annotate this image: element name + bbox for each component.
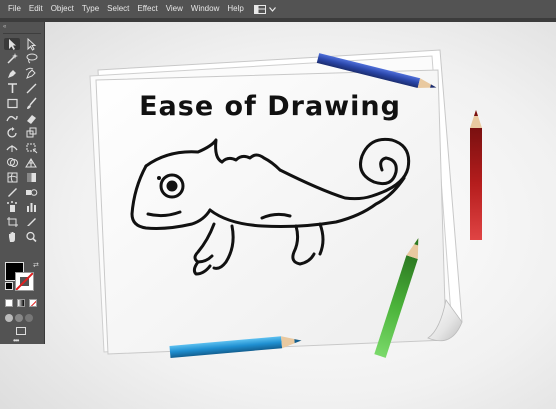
tools-panel: « ⇄ ••• [0, 22, 45, 345]
menu-view[interactable]: View [162, 0, 187, 18]
line-segment-tool-icon [26, 83, 37, 94]
none-mode-icon[interactable] [29, 299, 37, 307]
draw-behind-icon[interactable] [15, 314, 23, 322]
scale-tool-button[interactable] [23, 127, 39, 139]
rectangle-tool-button[interactable] [4, 97, 20, 109]
artboard-tool-button[interactable] [4, 216, 20, 228]
workspace-switcher[interactable] [253, 4, 276, 14]
perspective-grid-tool-icon [25, 157, 37, 168]
symbol-sprayer-tool-icon [7, 201, 17, 213]
selection-tool-button[interactable] [4, 38, 20, 50]
draw-inside-icon[interactable] [25, 314, 33, 322]
column-graph-tool-button[interactable] [23, 201, 39, 213]
eraser-tool-icon [27, 114, 36, 124]
menu-subbar [0, 18, 556, 22]
column-graph-tool-icon [27, 203, 36, 213]
menu-window[interactable]: Window [187, 0, 223, 18]
perspective-grid-tool-button[interactable] [23, 156, 39, 168]
menu-bar: File Edit Object Type Select Effect View… [0, 0, 556, 18]
width-tool-button[interactable] [4, 142, 20, 154]
eyedropper-tool-icon [8, 187, 17, 197]
menu-help[interactable]: Help [223, 0, 247, 18]
hand-tool-button[interactable] [4, 230, 20, 242]
menu-effect[interactable]: Effect [133, 0, 161, 18]
type-tool-button[interactable] [4, 82, 20, 94]
mesh-tool-button[interactable] [4, 171, 20, 183]
draw-normal-icon[interactable] [5, 314, 13, 322]
blend-tool-icon [26, 188, 38, 196]
menu-file[interactable]: File [4, 0, 25, 18]
rotate-tool-icon [7, 127, 17, 138]
gradient-tool-button[interactable] [23, 171, 39, 183]
menu-edit[interactable]: Edit [25, 0, 47, 18]
shaper-tool-button[interactable] [4, 112, 20, 124]
menu-type[interactable]: Type [78, 0, 103, 18]
free-transform-tool-button[interactable] [23, 142, 39, 154]
default-colors-icon[interactable] [5, 282, 13, 290]
curvature-tool-icon [25, 67, 36, 79]
width-tool-icon [6, 145, 18, 153]
rotate-tool-button[interactable] [4, 127, 20, 139]
pen-tool-button[interactable] [4, 68, 20, 80]
menu-object[interactable]: Object [47, 0, 78, 18]
red-pencil [470, 110, 482, 240]
magic-wand-tool-icon [7, 53, 18, 64]
paintbrush-tool-icon [27, 97, 37, 109]
eraser-tool-button[interactable] [23, 112, 39, 124]
blend-tool-button[interactable] [23, 186, 39, 198]
scale-tool-icon [26, 127, 37, 138]
symbol-sprayer-tool-button[interactable] [4, 201, 20, 213]
magic-wand-tool-button[interactable] [4, 53, 20, 65]
zoom-tool-button[interactable] [23, 230, 39, 242]
hand-tool-icon [9, 231, 15, 242]
line-segment-tool-button[interactable] [23, 82, 39, 94]
stroke-color-swatch[interactable] [15, 272, 34, 291]
free-transform-tool-icon [26, 143, 38, 154]
shape-builder-tool-icon [7, 157, 18, 167]
swap-colors-icon[interactable]: ⇄ [33, 262, 41, 270]
paintbrush-tool-button[interactable] [23, 97, 39, 109]
eyedropper-tool-button[interactable] [4, 186, 20, 198]
type-tool-icon [8, 83, 17, 93]
direct-selection-tool-button[interactable] [23, 37, 39, 51]
selection-tool-icon [9, 38, 16, 50]
lasso-tool-button[interactable] [23, 53, 39, 65]
panel-grip[interactable]: « [3, 24, 41, 34]
rectangle-tool-icon [7, 98, 18, 108]
pen-tool-icon [8, 70, 16, 79]
shape-builder-tool-button[interactable] [4, 156, 20, 168]
curvature-tool-button[interactable] [23, 67, 39, 80]
shaper-tool-icon [6, 115, 18, 121]
mesh-tool-icon [7, 172, 18, 183]
canvas-artwork[interactable]: Ease of Drawing [0, 0, 556, 409]
canvas-title: Ease of Drawing [139, 91, 401, 122]
gradient-mode-icon[interactable] [17, 299, 25, 307]
screen-mode-icon[interactable] [16, 327, 26, 335]
more-tools-button[interactable]: ••• [13, 336, 19, 345]
menu-select[interactable]: Select [103, 0, 133, 18]
lasso-tool-icon [26, 53, 38, 64]
slice-tool-button[interactable] [23, 216, 39, 228]
slice-tool-icon [27, 218, 36, 227]
gradient-tool-icon [27, 172, 36, 182]
zoom-tool-icon [26, 231, 37, 242]
artboard-tool-icon [7, 217, 18, 228]
chevron-down-icon [268, 6, 276, 12]
direct-selection-tool-icon [27, 37, 37, 51]
workspace-layout-icon [253, 4, 266, 14]
color-mode-icon[interactable] [5, 299, 13, 307]
